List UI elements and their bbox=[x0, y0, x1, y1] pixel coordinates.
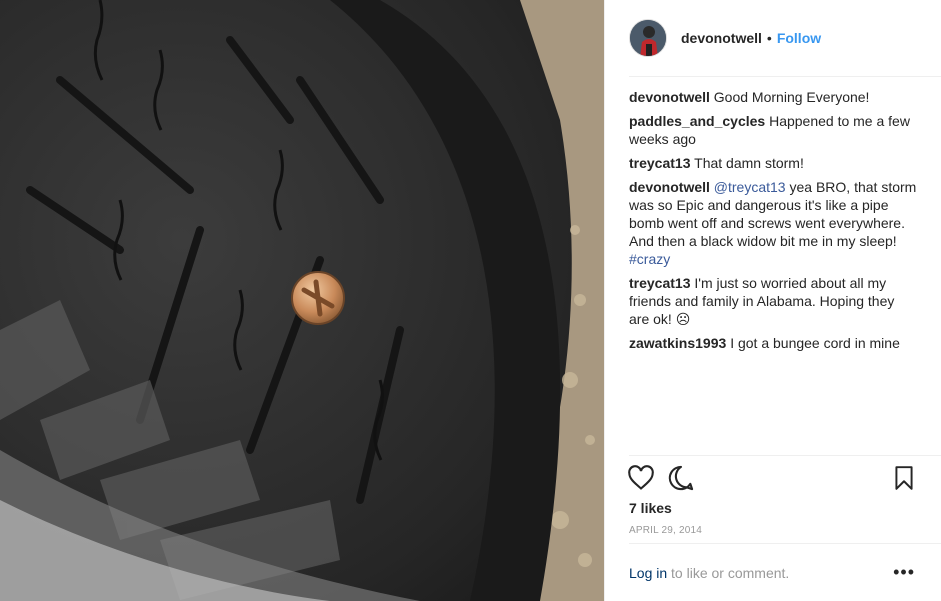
post-sidebar: devonotwell • Follow devonotwell Good Mo… bbox=[604, 0, 941, 601]
comment-item: zawatkins1993 I got a bungee cord in min… bbox=[629, 334, 917, 352]
avatar-image bbox=[630, 20, 666, 56]
author-username[interactable]: devonotwell bbox=[681, 30, 762, 46]
post-date: APRIL 29, 2014 bbox=[629, 525, 703, 536]
comment-item: treycat13 I'm just so worried about all … bbox=[629, 274, 917, 328]
follow-button[interactable]: Follow bbox=[777, 30, 821, 46]
more-options-button[interactable]: ••• bbox=[893, 562, 915, 583]
comment-username[interactable]: devonotwell bbox=[629, 89, 710, 105]
comment-text: That damn storm! bbox=[694, 155, 804, 171]
avatar[interactable] bbox=[629, 19, 667, 57]
comment-text: Good Morning Everyone! bbox=[713, 89, 870, 105]
comment-item: devonotwell @treycat13 yea BRO, that sto… bbox=[629, 178, 917, 268]
post-header: devonotwell • Follow bbox=[629, 16, 917, 60]
action-bar bbox=[627, 464, 917, 494]
comment-hashtag[interactable]: #crazy bbox=[629, 251, 670, 267]
actions-divider bbox=[629, 455, 941, 456]
comment-text: I got a bungee cord in mine bbox=[730, 335, 900, 351]
tire-with-screw-image bbox=[0, 0, 604, 601]
heart-icon[interactable] bbox=[627, 464, 655, 492]
comment-item: treycat13 That damn storm! bbox=[629, 154, 917, 172]
comment-icon[interactable] bbox=[667, 464, 695, 492]
bookmark-icon[interactable] bbox=[891, 464, 917, 492]
post-photo[interactable] bbox=[0, 0, 604, 601]
login-prompt: Log in to like or comment. bbox=[629, 565, 789, 581]
comment-username[interactable]: zawatkins1993 bbox=[629, 335, 726, 351]
login-prompt-text: to like or comment. bbox=[667, 565, 790, 581]
likes-count[interactable]: 7 likes bbox=[629, 500, 672, 516]
header-divider bbox=[629, 76, 941, 77]
comment-item: devonotwell Good Morning Everyone! bbox=[629, 88, 917, 106]
comment-username[interactable]: treycat13 bbox=[629, 275, 691, 291]
comment-username[interactable]: devonotwell bbox=[629, 179, 710, 195]
comments-list: devonotwell Good Morning Everyone! paddl… bbox=[629, 88, 917, 358]
comment-username[interactable]: treycat13 bbox=[629, 155, 691, 171]
footer-divider bbox=[629, 543, 941, 544]
login-link[interactable]: Log in bbox=[629, 565, 667, 581]
instagram-post: devonotwell • Follow devonotwell Good Mo… bbox=[0, 0, 941, 601]
comment-item: paddles_and_cycles Happened to me a few … bbox=[629, 112, 917, 148]
comment-username[interactable]: paddles_and_cycles bbox=[629, 113, 765, 129]
comment-mention[interactable]: @treycat13 bbox=[714, 179, 786, 195]
separator-dot: • bbox=[766, 30, 772, 46]
